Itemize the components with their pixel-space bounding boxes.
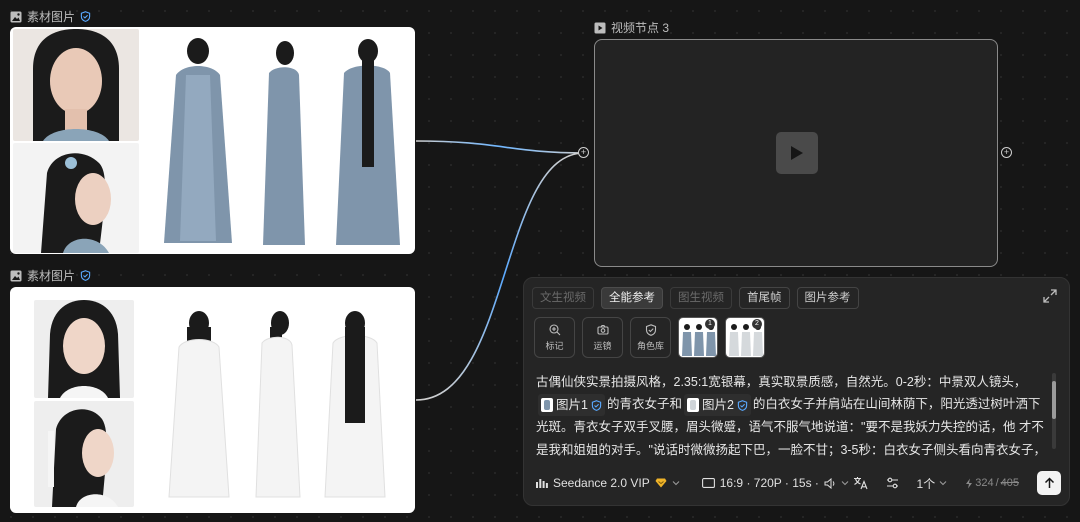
mark-button[interactable]: 标记 [534,317,575,358]
video-settings-selector[interactable]: 16:9 · 720P · 15s · [701,476,849,490]
prompt-scrollbar[interactable] [1052,373,1056,449]
thumb-badge: 2 [752,319,762,329]
verified-icon [737,399,748,411]
full-body-side-image [255,311,301,498]
reference-thumb-1[interactable]: 1 [678,317,718,358]
image-node-1-title: 素材图片 [27,10,76,24]
credits-total: 405 [1000,477,1019,489]
image-node-2-label: 素材图片 [10,267,91,284]
portrait-front-image [13,29,139,141]
vip-diamond-icon [655,478,667,488]
video-node-label: 视频节点 3 [594,19,669,36]
camera-move-button[interactable]: 运镜 [582,317,623,358]
chip-thumbnail [686,398,699,413]
prompt-input[interactable]: 古偶仙侠实景拍摄风格，2.35:1宽银幕，真实取景质感，自然光。0-2秒：中景双… [536,371,1046,459]
character-library-label: 角色库 [636,340,664,351]
mark-plus-icon [548,323,560,335]
count-selector[interactable]: 1个 [917,475,948,492]
tab-text-to-video[interactable]: 文生视频 [532,287,594,309]
send-button[interactable] [1037,471,1061,495]
camera-move-label: 运镜 [593,340,612,351]
chip-thumbnail [541,398,553,413]
image-node-1-label: 素材图片 [10,8,91,25]
image-ref-chip-1[interactable]: 图片1 [538,393,605,417]
chevron-down-icon [672,481,680,486]
bottom-toolbar: Seedance 2.0 VIP 16:9 · 720P · 15s · 1个 … [536,471,1061,495]
image-node-1[interactable] [10,27,415,254]
full-body-back-image [324,311,386,498]
image-node-2[interactable] [10,287,415,513]
image-icon [10,11,22,22]
full-body-back-image [336,39,400,245]
portrait-front-image [34,300,134,398]
character-library-button[interactable]: 角色库 [630,317,671,358]
portrait-side-image [34,401,134,507]
bottom-right-group: 1个 324 / 405 [853,471,1061,495]
verified-icon [80,11,91,22]
play-button[interactable] [776,132,818,174]
camera-icon [596,324,609,335]
mode-tabs: 文生视频 全能参考 图生视频 首尾帧 图片参考 [532,287,859,309]
model-selector[interactable]: Seedance 2.0 VIP [536,476,680,490]
image-icon [10,270,22,281]
image-ref-chip-2[interactable]: 图片2 [683,393,751,417]
tab-omni-reference[interactable]: 全能参考 [601,287,663,309]
count-label: 1个 [916,476,936,491]
aspect-ratio-icon [701,478,715,488]
full-body-front-image [164,38,232,243]
credit-counter: 324 / 405 [965,477,1019,489]
verified-icon [591,399,602,411]
tab-image-to-video[interactable]: 图生视频 [670,287,732,309]
signal-bars-icon [536,479,548,488]
tab-first-last-frame[interactable]: 首尾帧 [739,287,790,309]
image-node-1-output-port[interactable] [410,136,419,145]
translate-icon[interactable] [853,476,868,490]
portrait-side-image [13,143,139,253]
video-node[interactable] [594,39,998,267]
expand-icon[interactable] [1043,289,1057,303]
video-node-title: 视频节点 3 [611,21,670,35]
verified-icon [80,270,91,281]
chip-label: 图片2 [701,397,734,412]
prompt-text-2: 的青衣女子和 [606,397,682,412]
chevron-down-icon [939,481,947,486]
arrow-up-icon [1044,477,1054,488]
shield-check-icon [645,323,656,336]
tool-row: 标记 运镜 角色库 1 2 [534,317,765,358]
video-node-input-port[interactable]: + [578,147,589,158]
video-icon [594,22,606,33]
full-body-front-image [168,311,230,498]
settings-sliders-icon[interactable] [886,477,899,489]
model-name: Seedance 2.0 VIP [553,476,650,490]
generation-panel: 文生视频 全能参考 图生视频 首尾帧 图片参考 标记 运镜 角色库 1 2 古偶… [523,277,1070,506]
video-node-output-port[interactable]: + [1001,147,1012,158]
image-node-2-title: 素材图片 [27,269,76,283]
speaker-icon [824,477,835,489]
play-icon [791,146,803,160]
tab-image-reference[interactable]: 图片参考 [796,287,859,309]
full-body-side-image [263,41,305,245]
chevron-down-icon [841,481,849,486]
reference-thumb-2[interactable]: 2 [725,317,765,358]
prompt-text-1: 古偶仙侠实景拍摄风格，2.35:1宽银幕，真实取景质感，自然光。0-2秒：中景双… [536,375,1027,389]
chip-label: 图片1 [556,397,588,412]
credits-used: 324 [975,477,994,489]
video-settings-label: 16:9 · 720P · 15s · [719,476,819,490]
lightning-icon [966,478,973,488]
mark-label: 标记 [545,340,564,351]
thumb-badge: 1 [705,319,715,329]
